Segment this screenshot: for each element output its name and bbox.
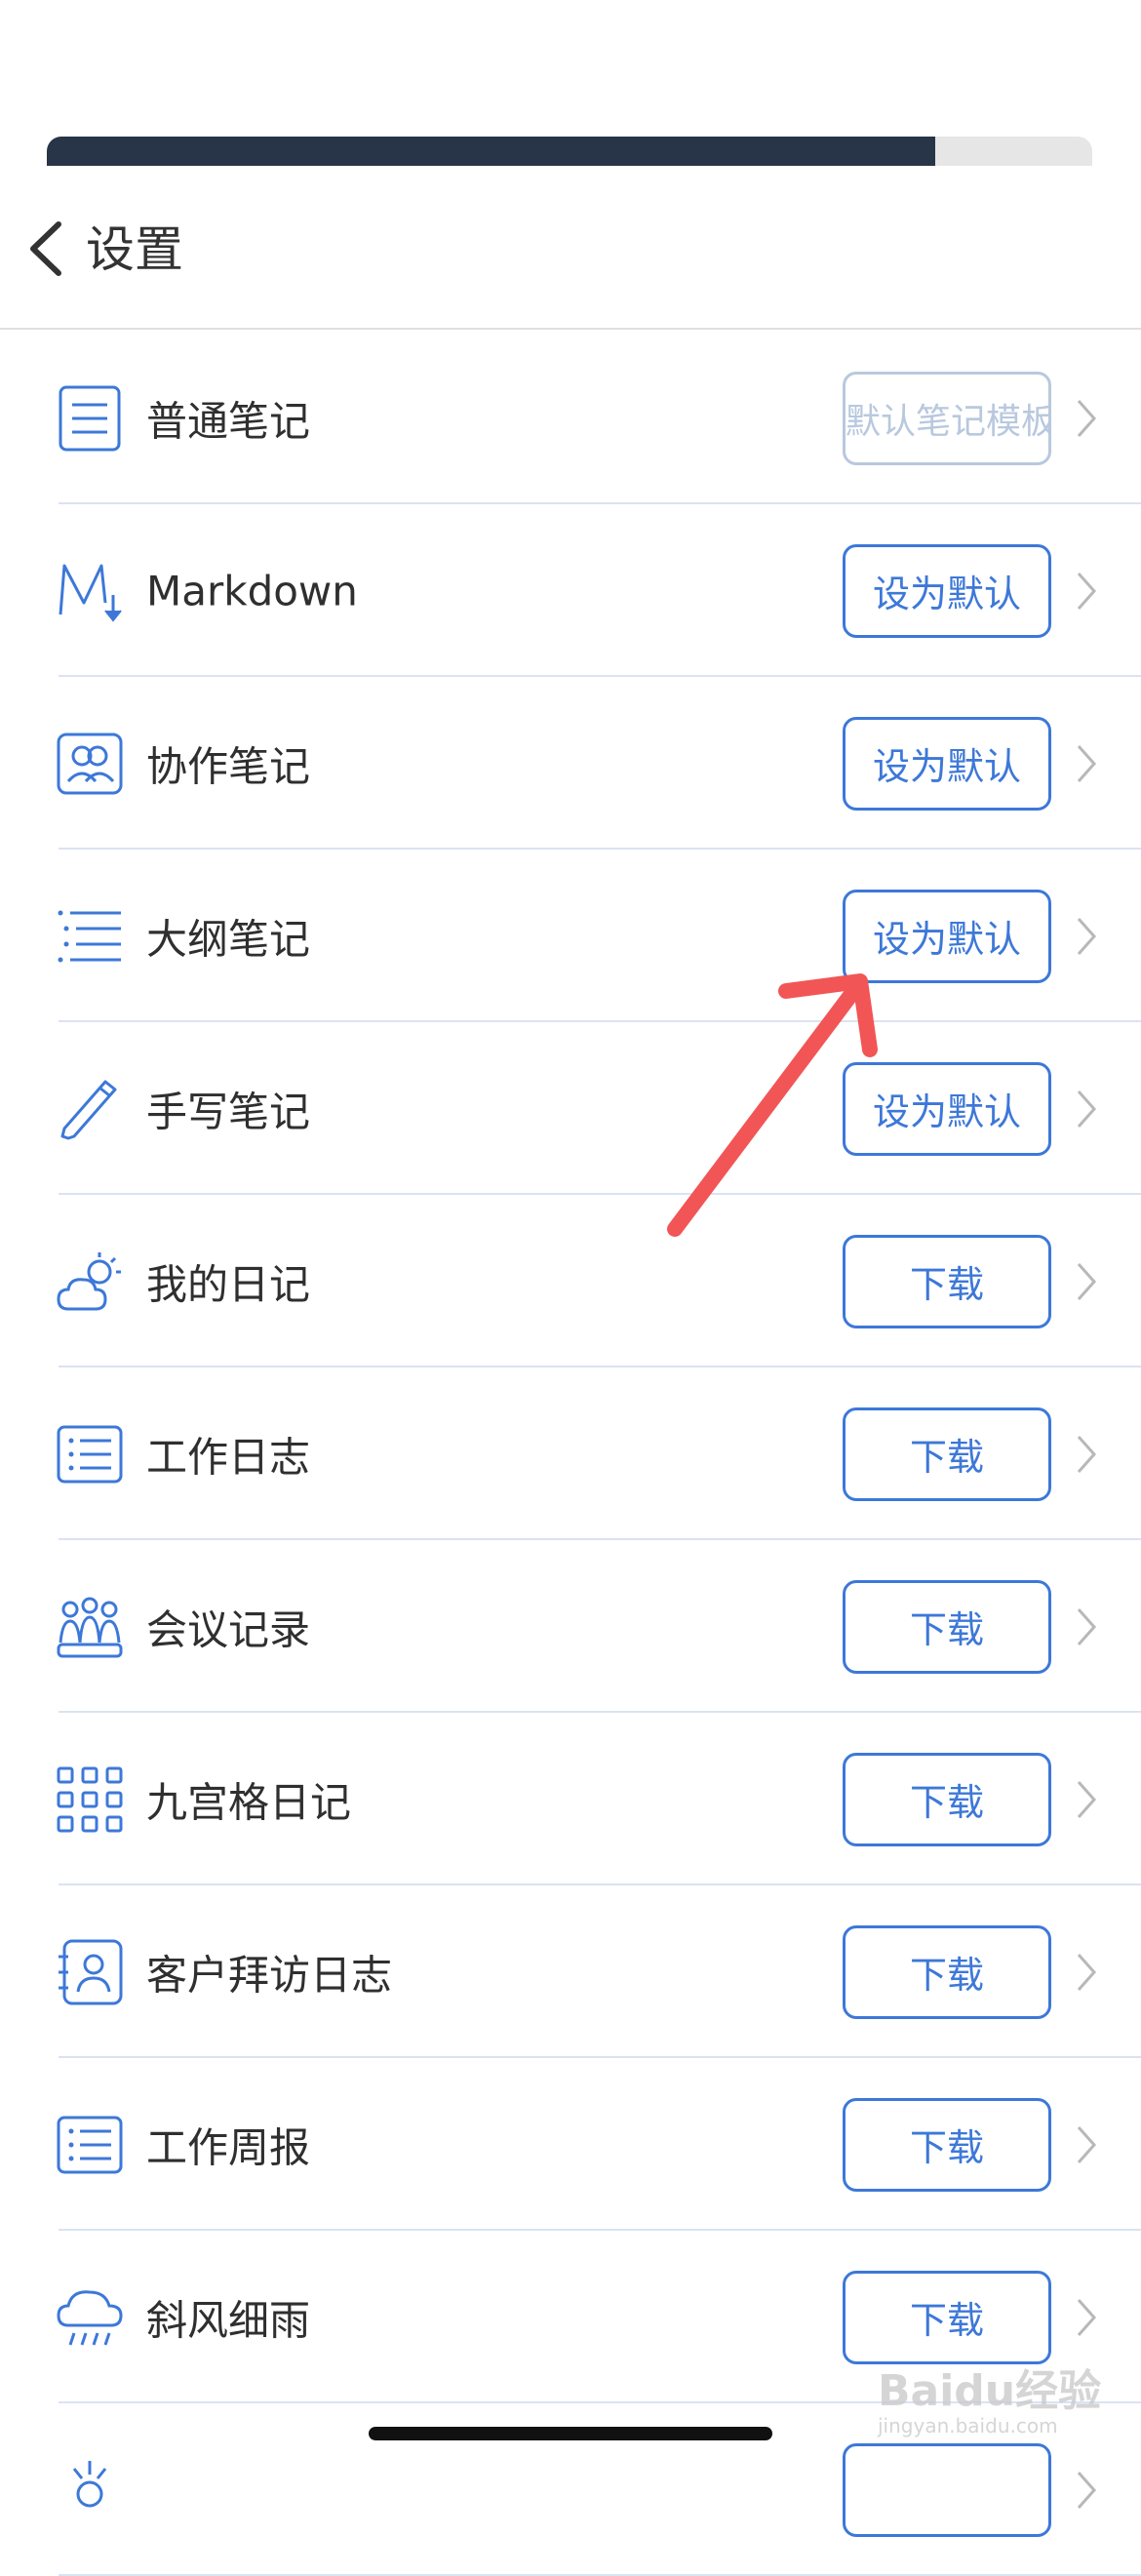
pen-icon [55, 1074, 125, 1144]
template-row[interactable]: 会议记录 下载 [0, 1540, 1141, 1713]
chevron-right-icon[interactable] [1071, 2467, 1100, 2514]
template-name: 普通笔记 [146, 397, 311, 445]
template-name: 会议记录 [146, 1605, 311, 1653]
template-name: 手写笔记 [146, 1088, 311, 1135]
template-row[interactable]: 大纲笔记 设为默认 [0, 850, 1141, 1022]
progress-fill [47, 137, 936, 166]
page-title: 设置 [86, 221, 183, 278]
download-button[interactable]: 下载 [843, 2270, 1051, 2364]
chevron-right-icon[interactable] [1071, 1604, 1100, 1650]
template-name: 协作笔记 [146, 742, 311, 790]
download-button[interactable] [843, 2442, 1051, 2537]
template-name: 工作日志 [146, 1433, 311, 1481]
download-button[interactable]: 下载 [843, 1924, 1051, 2019]
markdown-icon [55, 556, 125, 626]
rain-icon [55, 2282, 125, 2353]
default-template-button[interactable]: 默认笔记模板 [843, 371, 1051, 465]
grid-icon [55, 1764, 125, 1835]
chevron-right-icon[interactable] [1071, 568, 1100, 614]
template-name: 我的日记 [146, 1260, 311, 1308]
watermark: Baidu经验 jingyan.baidu.com [878, 2356, 1101, 2437]
chevron-right-icon[interactable] [1071, 740, 1100, 787]
watermark-brand: Baidu经验 [878, 2366, 1102, 2416]
chevron-right-icon[interactable] [1071, 1431, 1100, 1478]
chevron-right-icon[interactable] [1071, 1949, 1100, 1996]
progress-bar [47, 137, 1092, 166]
template-name: 九宫格日记 [146, 1778, 352, 1826]
download-button[interactable]: 下载 [843, 1407, 1051, 1501]
sun-icon [55, 2455, 125, 2525]
template-row[interactable]: 普通笔记 默认笔记模板 [0, 332, 1141, 504]
template-row[interactable]: 客户拜访日志 下载 [0, 1885, 1141, 2058]
template-row[interactable]: 九宫格日记 下载 [0, 1713, 1141, 1885]
template-list: 普通笔记 默认笔记模板 Markdown 设为默认 协作笔记 设为默认 大纲笔记… [0, 332, 1141, 2576]
set-default-button[interactable]: 设为默认 [843, 889, 1051, 983]
template-row[interactable]: 协作笔记 设为默认 [0, 677, 1141, 850]
template-row[interactable]: 工作周报 下载 [0, 2058, 1141, 2231]
download-button[interactable]: 下载 [843, 1579, 1051, 1674]
navigation-bar: 设置 [0, 195, 1141, 330]
set-default-button[interactable]: 设为默认 [843, 543, 1051, 638]
download-button[interactable]: 下载 [843, 2097, 1051, 2192]
chevron-right-icon[interactable] [1071, 395, 1100, 442]
chevron-right-icon[interactable] [1071, 913, 1100, 960]
download-button[interactable]: 下载 [843, 1752, 1051, 1846]
weather-icon [55, 1247, 125, 1317]
document-icon [55, 383, 125, 454]
template-name: 斜风细雨 [146, 2296, 311, 2344]
client-icon [55, 1937, 125, 2007]
set-default-button[interactable]: 设为默认 [843, 1061, 1051, 1156]
template-row[interactable]: 我的日记 下载 [0, 1195, 1141, 1367]
meeting-icon [55, 1592, 125, 1662]
template-name: 工作周报 [146, 2123, 311, 2171]
chevron-right-icon[interactable] [1071, 1258, 1100, 1305]
template-row[interactable]: Markdown 设为默认 [0, 504, 1141, 677]
back-icon[interactable] [23, 215, 70, 283]
download-button[interactable]: 下载 [843, 1234, 1051, 1328]
list-icon [55, 2110, 125, 2180]
template-name: Markdown [146, 567, 358, 614]
watermark-url: jingyan.baidu.com [878, 2414, 1058, 2437]
template-name: 大纲笔记 [146, 915, 311, 963]
home-indicator[interactable] [369, 2427, 772, 2440]
list-icon [55, 1419, 125, 1489]
collaboration-icon [55, 729, 125, 799]
chevron-right-icon[interactable] [1071, 2121, 1100, 2168]
template-row[interactable]: 工作日志 下载 [0, 1367, 1141, 1540]
outline-icon [55, 901, 125, 971]
chevron-right-icon[interactable] [1071, 1776, 1100, 1823]
chevron-right-icon[interactable] [1071, 1086, 1100, 1132]
template-row[interactable]: 手写笔记 设为默认 [0, 1022, 1141, 1195]
chevron-right-icon[interactable] [1071, 2294, 1100, 2341]
template-name: 客户拜访日志 [146, 1951, 393, 1999]
set-default-button[interactable]: 设为默认 [843, 716, 1051, 811]
